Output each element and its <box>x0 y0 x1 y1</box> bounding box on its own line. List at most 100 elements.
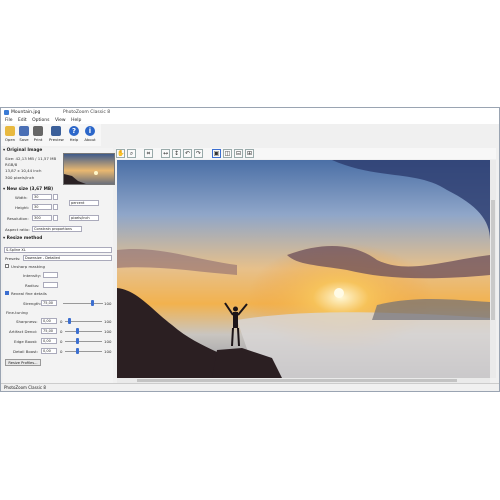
resize-profiles-button[interactable]: Resize Profiles... <box>5 359 41 366</box>
status-bar: PhotoZoom Classic 8 <box>1 383 499 391</box>
image-canvas[interactable] <box>117 160 490 378</box>
edge-boost-slider-knob[interactable] <box>76 338 79 344</box>
new-size-header[interactable]: ▾ New size (3,67 MB) <box>3 187 53 192</box>
original-image-title: Original Image <box>6 148 43 153</box>
edge-boost-label: Edge Boost: <box>14 339 38 344</box>
sharpness-max: 100 <box>104 319 112 324</box>
width-field[interactable]: 30 <box>32 194 52 200</box>
horizontal-scroll-thumb[interactable] <box>137 379 457 382</box>
preview-image <box>117 160 490 378</box>
split-view-horizontal-icon[interactable]: ⊟ <box>234 149 243 158</box>
about-label: About <box>84 137 96 142</box>
flip-vertical-icon[interactable]: ↕ <box>172 149 181 158</box>
hand-tool-icon[interactable]: ✋ <box>116 149 125 158</box>
unsharp-masking-checkbox[interactable] <box>5 264 9 268</box>
height-field[interactable]: 30 <box>32 204 52 210</box>
height-stepper[interactable] <box>53 204 58 210</box>
strength-slider-knob[interactable] <box>91 300 94 306</box>
print-icon <box>33 126 43 136</box>
strength-slider[interactable] <box>63 303 103 304</box>
help-icon: ? <box>69 126 79 136</box>
detail-boost-label: Detail Boost: <box>13 349 38 354</box>
sharpness-field[interactable]: 0,00 <box>41 318 57 324</box>
settings-panel: ▾ Original Image Size: 42,13 MB / 11,57 … <box>3 148 115 391</box>
artifact-field[interactable]: 75,00 <box>41 328 57 334</box>
original-dimensions: 13,87 x 10,44 inch <box>5 168 42 173</box>
unit-select[interactable]: percent <box>69 200 99 206</box>
help-label: Help <box>69 137 79 142</box>
rotate-right-icon[interactable]: ↷ <box>194 149 203 158</box>
print-button[interactable]: Print <box>31 125 45 145</box>
strength-field[interactable]: 75,00 <box>41 300 57 306</box>
radius-label: Radius: <box>25 283 40 288</box>
presets-select[interactable]: Downsize - Detailed <box>23 255 112 261</box>
save-button[interactable]: Save <box>17 125 31 145</box>
sharpness-label: Sharpness: <box>16 319 38 324</box>
original-thumbnail[interactable] <box>63 153 115 185</box>
save-icon <box>19 126 29 136</box>
strength-max: 100 <box>104 301 112 306</box>
main-toolbar: Open Save Print Preview ? Help i About <box>1 124 101 146</box>
edge-boost-slider[interactable] <box>65 341 102 342</box>
thumbnail-image <box>64 154 114 184</box>
original-image-header[interactable]: ▾ Original Image <box>3 148 42 153</box>
menu-view[interactable]: View <box>55 117 66 124</box>
preview-label: Preview <box>49 137 64 142</box>
aspect-ratio-select[interactable]: Constrain proportions <box>32 226 82 232</box>
strength-label: Strength: <box>23 301 42 306</box>
vertical-scroll-thumb[interactable] <box>491 200 495 320</box>
zoom-tool-icon[interactable]: ⌕ <box>127 149 136 158</box>
sharpness-min: 0 <box>60 319 63 324</box>
aspect-ratio-label: Aspect ratio: <box>5 227 30 232</box>
detail-boost-slider-knob[interactable] <box>76 348 79 354</box>
single-view-icon[interactable]: ▣ <box>212 149 221 158</box>
help-button[interactable]: ? Help <box>67 125 81 145</box>
view-toolbar: ✋ ⌕ ⌗ ↔ ↕ ↶ ↷ ▣ ◫ ⊟ ⊞ <box>116 148 496 159</box>
resolution-stepper[interactable] <box>53 215 58 221</box>
window-file-name: Mountain.jpg <box>11 110 41 115</box>
new-size-title: New size (3,67 MB) <box>6 187 54 192</box>
artifact-slider[interactable] <box>65 331 102 332</box>
resolution-field[interactable]: 300 <box>32 215 52 221</box>
fine-tuning-label: Fine-tuning <box>6 310 28 315</box>
menu-file[interactable]: File <box>5 117 13 124</box>
open-button[interactable]: Open <box>3 125 17 145</box>
detail-boost-max: 100 <box>104 349 112 354</box>
preview-button[interactable]: Preview <box>49 125 64 145</box>
menu-bar: File Edit Options View Help <box>1 117 499 124</box>
menu-options[interactable]: Options <box>32 117 49 124</box>
unsharp-masking-label: Unsharp masking <box>11 264 45 269</box>
menu-edit[interactable]: Edit <box>18 117 27 124</box>
presets-label: Presets: <box>5 256 21 261</box>
detail-boost-slider[interactable] <box>65 351 102 352</box>
edge-boost-min: 0 <box>60 339 63 344</box>
vertical-scrollbar[interactable] <box>490 160 496 378</box>
method-select[interactable]: S-Spline XL <box>4 247 112 253</box>
reveal-fine-details-checkbox[interactable] <box>5 291 9 295</box>
detail-boost-field[interactable]: 0,00 <box>41 348 57 354</box>
crop-tool-icon[interactable]: ⌗ <box>144 149 153 158</box>
print-label: Print <box>33 137 43 142</box>
height-label: Height: <box>15 205 30 210</box>
menu-help[interactable]: Help <box>71 117 81 124</box>
width-stepper[interactable] <box>53 194 58 200</box>
rotate-left-icon[interactable]: ↶ <box>183 149 192 158</box>
about-button[interactable]: i About <box>83 125 97 145</box>
radius-field[interactable] <box>43 282 58 288</box>
detail-boost-min: 0 <box>60 349 63 354</box>
original-size: Size: 42,13 MB / 11,57 MB <box>5 156 57 161</box>
compare-view-icon[interactable]: ⊞ <box>245 149 254 158</box>
intensity-label: Intensity: <box>23 273 41 278</box>
split-view-vertical-icon[interactable]: ◫ <box>223 149 232 158</box>
artifact-label: Artifact Denoi: <box>9 329 38 334</box>
save-label: Save <box>19 137 29 142</box>
artifact-slider-knob[interactable] <box>76 328 79 334</box>
flip-horizontal-icon[interactable]: ↔ <box>161 149 170 158</box>
edge-boost-field[interactable]: 0,00 <box>41 338 57 344</box>
resize-method-header[interactable]: ▾ Resize method <box>3 236 42 241</box>
sharpness-slider-knob[interactable] <box>68 318 71 324</box>
intensity-field[interactable] <box>43 272 58 278</box>
resize-method-title: Resize method <box>6 236 43 241</box>
resolution-unit-select[interactable]: pixels/inch <box>69 215 99 221</box>
original-resolution: 300 pixels/inch <box>5 175 35 180</box>
